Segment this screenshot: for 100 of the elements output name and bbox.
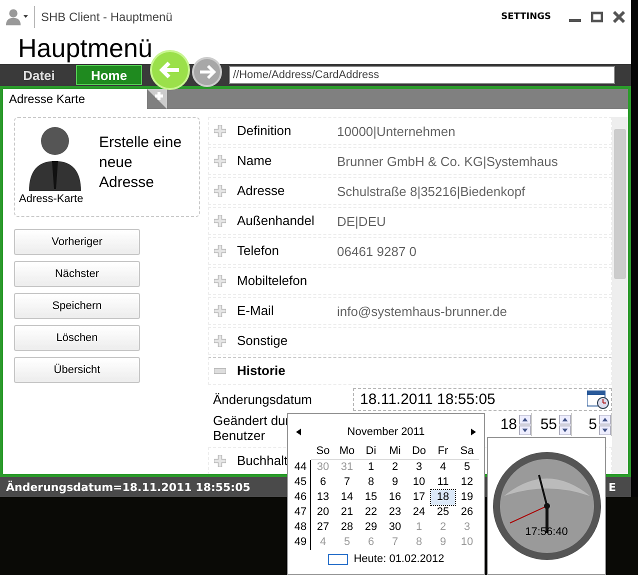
today-link[interactable]: Heute: 01.02.2012 — [354, 553, 444, 565]
week-number: 49 — [291, 535, 311, 550]
calendar-day[interactable]: 20 — [311, 505, 335, 520]
calendar-day[interactable]: 25 — [431, 505, 455, 520]
calendar-day[interactable]: 22 — [359, 505, 383, 520]
section-label: E-Mail — [237, 303, 274, 318]
section-header[interactable]: Name Brunner GmbH & Co. KG|Systemhaus — [208, 147, 612, 175]
section-value: 10000|Unternehmen — [337, 124, 456, 138]
section-header[interactable]: Telefon 06461 9287 0 — [208, 237, 612, 265]
weekday-label: Di — [359, 444, 383, 460]
action-button[interactable]: Übersicht — [14, 357, 140, 383]
section-label: Definition — [237, 123, 292, 138]
section-label: Name — [237, 153, 272, 168]
calendar-day[interactable]: 6 — [311, 475, 335, 490]
spin-arrows-icon[interactable] — [599, 414, 611, 434]
window-title: SHB Client - Hauptmenü — [41, 10, 172, 24]
calendar-day[interactable]: 9 — [383, 475, 407, 490]
calendar-day[interactable]: 30 — [383, 520, 407, 535]
card-caption: Adress-Karte — [19, 193, 84, 205]
add-tab-icon[interactable] — [147, 89, 167, 109]
card-text: Erstelle eine neue Adresse — [99, 133, 183, 193]
time-spinner[interactable]: 5 — [572, 413, 612, 436]
action-button[interactable]: Löschen — [14, 325, 140, 351]
section-value: Brunner GmbH & Co. KG|Systemhaus — [337, 154, 558, 168]
week-number: 47 — [291, 505, 311, 520]
calendar-day[interactable]: 27 — [311, 520, 335, 535]
status-text: E — [608, 480, 616, 494]
section-value: info@systemhaus-brunner.de — [337, 304, 508, 318]
scrollbar[interactable] — [612, 117, 628, 474]
time-spinner[interactable]: 55 — [532, 413, 572, 436]
calendar-day[interactable]: 18 — [431, 490, 455, 505]
action-button[interactable]: Speichern — [14, 293, 140, 319]
date-field[interactable]: 18.11.2011 18:55:05 — [353, 388, 612, 410]
section-header[interactable]: Adresse Schulstraße 8|35216|Biedenkopf — [208, 177, 612, 205]
section-header[interactable]: Mobiltelefon — [208, 267, 612, 295]
weekday-label: Mi — [383, 444, 407, 460]
section-header[interactable]: Historie — [208, 357, 612, 385]
action-button[interactable]: Vorheriger — [14, 229, 140, 255]
month-title[interactable]: November 2011 — [347, 426, 425, 438]
section-label: Sonstige — [237, 333, 288, 348]
time-spinner[interactable]: 18 — [492, 413, 532, 436]
page-title: Hauptmenü — [17, 34, 154, 64]
new-address-card[interactable]: Erstelle eine neue Adresse Adress-Karte — [14, 117, 200, 217]
calendar-day[interactable]: 21 — [335, 505, 359, 520]
section-header[interactable]: Definition 10000|Unternehmen — [208, 117, 612, 145]
calendar-day[interactable]: 16 — [383, 490, 407, 505]
calendar-day[interactable]: 12 — [455, 475, 479, 490]
status-text: Änderungsdatum=18.11.2011 18:55:05 — [6, 480, 250, 494]
section-header[interactable]: Außenhandel DE|DEU — [208, 207, 612, 235]
calendar-clock-icon[interactable] — [587, 389, 609, 409]
calendar-day[interactable]: 26 — [455, 505, 479, 520]
action-button[interactable]: Nächster — [14, 261, 140, 287]
section-label: Buchhalt — [237, 453, 288, 468]
date-value: 18.11.2011 18:55:05 — [360, 390, 496, 408]
calendar-day[interactable]: 29 — [359, 520, 383, 535]
calendar-day[interactable]: 13 — [311, 490, 335, 505]
clock-time: 17:56:40 — [524, 526, 569, 538]
settings-button[interactable]: SETTINGS — [501, 12, 551, 22]
calendar-day[interactable]: 15 — [359, 490, 383, 505]
section-value: Schulstraße 8|35216|Biedenkopf — [337, 184, 526, 198]
calendar-day[interactable]: 17 — [407, 490, 431, 505]
calendar-day[interactable]: 7 — [335, 475, 359, 490]
calendar-day[interactable]: 1 — [359, 460, 383, 475]
document-tab[interactable]: Adresse Karte — [3, 89, 147, 109]
weekday-label: So — [311, 444, 335, 460]
calendar-day[interactable]: 28 — [335, 520, 359, 535]
calendar-day[interactable]: 10 — [407, 475, 431, 490]
menu-tab[interactable]: Datei — [6, 65, 72, 85]
calendar-day[interactable]: 24 — [407, 505, 431, 520]
spin-arrows-icon[interactable] — [559, 414, 571, 434]
calendar-day[interactable]: 23 — [383, 505, 407, 520]
section-label: Mobiltelefon — [237, 273, 308, 288]
section-label: Historie — [237, 363, 286, 378]
close-icon[interactable] — [613, 11, 625, 23]
calendar-day[interactable]: 4 — [431, 460, 455, 475]
week-number: 48 — [291, 520, 311, 535]
menu-tab[interactable]: Home — [76, 65, 142, 85]
previous-month-icon[interactable] — [296, 428, 301, 436]
week-number: 44 — [291, 460, 311, 475]
address-field[interactable]: //Home/Address/CardAddress — [229, 66, 615, 84]
calendar-day[interactable]: 8 — [359, 475, 383, 490]
section-value: 06461 9287 0 — [337, 244, 417, 258]
spin-arrows-icon[interactable] — [519, 414, 531, 434]
section-header[interactable]: Sonstige — [208, 327, 612, 355]
maximize-icon[interactable] — [591, 11, 603, 23]
weekday-label: Fr — [431, 444, 455, 460]
calendar-day[interactable]: 3 — [407, 460, 431, 475]
section-value: DE|DEU — [337, 214, 386, 228]
calendar-day[interactable]: 19 — [455, 490, 479, 505]
calendar-day[interactable]: 14 — [335, 490, 359, 505]
section-header[interactable]: E-Mail info@systemhaus-brunner.de — [208, 297, 612, 325]
section-label: Telefon — [237, 243, 279, 258]
today-marker-icon — [328, 554, 348, 564]
calendar-day[interactable]: 5 — [455, 460, 479, 475]
weekday-label: Mo — [335, 444, 359, 460]
next-month-icon[interactable] — [470, 428, 476, 436]
calendar-day[interactable]: 11 — [431, 475, 455, 490]
calendar-day[interactable]: 2 — [383, 460, 407, 475]
field-label: Änderungsdatum — [212, 392, 314, 406]
user-icon[interactable] — [6, 8, 28, 26]
